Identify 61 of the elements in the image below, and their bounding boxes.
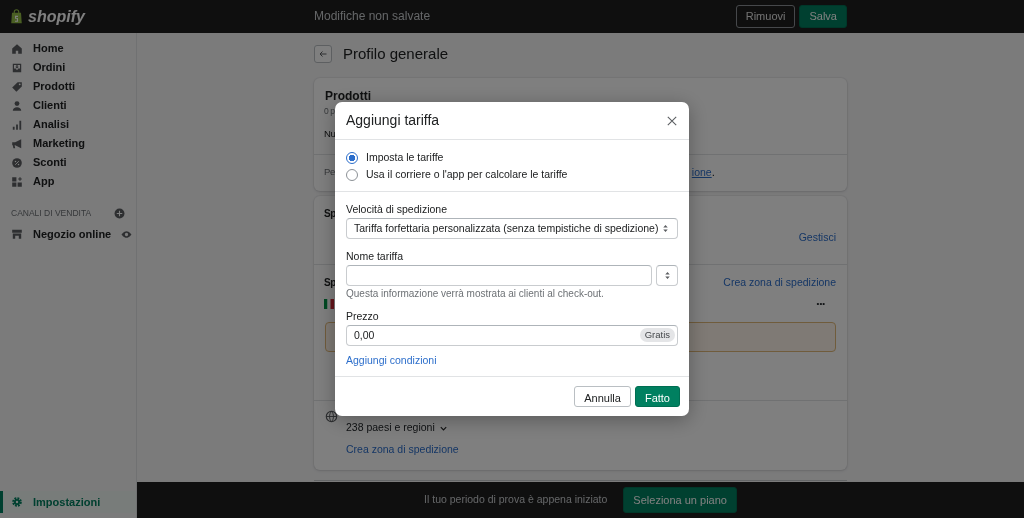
sidebar-item[interactable]: Marketing [0,134,136,153]
eye-icon[interactable] [121,228,133,240]
megaphone-icon [11,137,23,150]
add-icon[interactable] [114,207,125,219]
discard-button[interactable]: Rimuovi [735,5,796,28]
select-field[interactable]: Tariffa forfettaria personalizzata (senza tempistiche di spedizione) [346,218,678,240]
free-tag: Gratis [639,328,675,343]
stepper-button[interactable] [656,265,678,287]
input-field[interactable] [346,265,652,287]
more-button[interactable]: ••• [816,298,825,311]
select-arrows-icon [661,224,670,234]
sidebar-item[interactable]: Analisi [0,115,136,134]
sidebar-item[interactable]: Home [0,39,136,58]
done-button[interactable]: Fatto [634,386,680,408]
card-text: Pe [324,165,335,180]
field-label: Velocità di spedizione [346,203,448,217]
sidebar-item[interactable]: Ordini [0,58,136,77]
select-plan-button[interactable]: Seleziona un piano [623,486,737,514]
gear-icon [11,496,23,508]
page-title: Profilo generale [343,44,449,64]
home-icon [11,42,23,55]
apps-icon [11,175,23,188]
page-status-text: Modifiche non salvate [314,8,431,26]
select-arrows-icon [662,271,672,281]
radio-option[interactable]: Imposta le tariffe [346,151,444,165]
manage-link[interactable]: Gestisci [798,229,836,246]
close-icon[interactable] [666,114,678,127]
cancel-button[interactable]: Annulla [574,386,631,408]
help-text: Questa informazione verrà mostrata ai clienti al check-out. [346,288,605,301]
store-icon [11,228,23,241]
punctuation-text: . [711,164,715,180]
sidebar-item[interactable]: Sconti [0,153,136,172]
price-field[interactable]: 0,00 Gratis [346,324,678,346]
back-button[interactable] [314,45,332,64]
discount-icon [11,156,23,169]
person-icon [11,99,23,112]
text-link[interactable]: ione [691,164,712,181]
modal-title: Aggiungi tariffa [346,111,440,130]
tag-icon [11,80,23,93]
field-value: 0,00 [354,328,375,342]
card-text: Nu [324,127,336,142]
sidebar-item[interactable]: Negozio online [0,224,136,244]
sidebar-item[interactable]: Prodotti [0,77,136,96]
field-label: Nome tariffa [346,250,404,264]
save-button[interactable]: Salva [799,5,847,28]
countries-dropdown[interactable]: 238 paesi e regioni [346,420,448,436]
card-title: Prodotti [325,87,371,105]
section-heading: CANALI DI VENDITA [11,207,92,220]
trial-text: Il tuo periodo di prova è appena iniziato [424,492,608,508]
radio-option[interactable]: Usa il corriere o l'app per calcolare le tariffe [346,168,568,182]
globe-icon [325,410,338,424]
logo-text: shopify [28,6,85,27]
sidebar-item[interactable]: Clienti [0,96,136,115]
create-zone-link[interactable]: Crea zona di spedizione [346,442,459,458]
create-zone-link[interactable]: Crea zona di spedizione [723,274,836,291]
sidebar-item[interactable]: App [0,172,136,191]
add-conditions-link[interactable]: Aggiungi condizioni [346,353,437,367]
bar-chart-icon [11,118,23,131]
inbox-icon [11,61,23,74]
shopping-bag-icon [9,8,24,25]
field-label: Prezzo [346,309,380,323]
